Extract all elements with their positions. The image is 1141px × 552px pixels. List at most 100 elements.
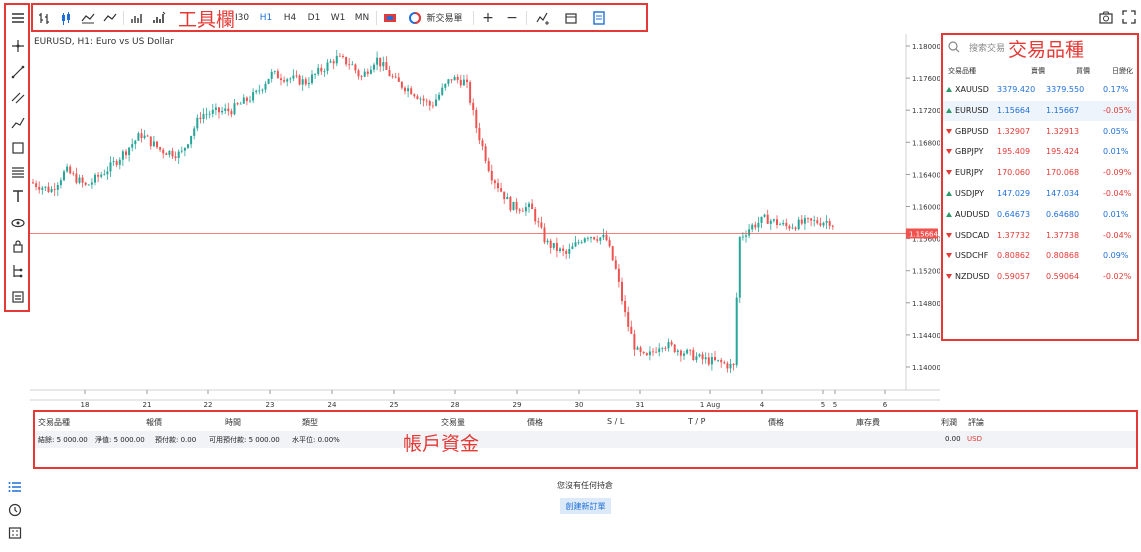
candle-body [422, 98, 425, 101]
candle-body [90, 182, 93, 185]
tick-volume-icon[interactable] [148, 7, 170, 29]
new-order-button[interactable]: 新交易單 [401, 7, 471, 29]
candle-body [391, 76, 394, 77]
menu-icon[interactable] [8, 8, 28, 28]
timeframe-w1[interactable]: W1 [326, 7, 350, 29]
candle-body [515, 201, 518, 210]
bid-price: 3379.420 [997, 85, 1036, 94]
symbol-row[interactable]: EURJPY 170.060 170.068 -0.09% [943, 163, 1137, 183]
bid-price: 0.64673 [997, 209, 1031, 219]
objects-tree-icon[interactable] [8, 261, 28, 281]
candle-body [828, 221, 831, 226]
col-price-open: 價格 [527, 418, 543, 427]
templates-icon[interactable] [585, 7, 613, 29]
candle-body [41, 187, 44, 190]
search-input[interactable]: 搜索交易 [969, 41, 1005, 54]
timeframe-h4[interactable]: H4 [278, 7, 302, 29]
crosshair-icon[interactable] [8, 36, 28, 56]
bar-chart-icon[interactable] [33, 7, 55, 29]
candle-body [211, 109, 214, 114]
candle-body [707, 357, 710, 365]
symbol-row[interactable]: USDCAD 1.37732 1.37738 -0.04% [943, 226, 1137, 246]
symbol-row[interactable]: EURUSD 1.15664 1.15667 -0.05% [943, 100, 1137, 121]
candle-body [118, 159, 121, 165]
save-icon[interactable] [8, 287, 28, 307]
fibonacci-icon[interactable] [8, 162, 28, 182]
candle-body [503, 191, 506, 200]
channel-icon[interactable] [8, 88, 28, 108]
zoom-in-icon[interactable]: + [476, 7, 500, 29]
candle-body [348, 64, 351, 66]
timeframe-d1[interactable]: D1 [302, 7, 326, 29]
col-profit: 利潤 [941, 418, 957, 427]
fullscreen-icon[interactable] [1122, 9, 1136, 24]
candle-body [428, 101, 431, 106]
screenshot-icon[interactable] [1099, 9, 1113, 24]
candle-body [583, 238, 586, 243]
candle-body [307, 83, 310, 85]
candle-body [605, 234, 608, 241]
create-order-button[interactable]: 創建新訂單 [560, 498, 611, 514]
candle-body [444, 83, 447, 88]
candle-body [586, 238, 589, 239]
candle-body [633, 333, 636, 350]
candle-body [317, 67, 320, 74]
eye-icon[interactable] [8, 213, 28, 233]
candle-body [658, 348, 661, 353]
col-volume: 交易量 [441, 418, 465, 427]
candle-body [81, 177, 84, 183]
rectangle-icon[interactable] [8, 138, 28, 158]
candle-body [63, 171, 65, 181]
candle-body [38, 186, 41, 190]
symbol-name: NZDUSD [955, 272, 990, 282]
polyline-icon[interactable] [8, 113, 28, 133]
symbol-row[interactable]: USDCHF 0.80862 0.80868 0.09% [943, 246, 1137, 266]
timeframe-h1[interactable]: H1 [254, 7, 278, 29]
price-chart[interactable]: 1.18000 1.17600 1.17200 1.16800 1.16400 1.160… [30, 34, 940, 410]
x-tick-label: 6 [883, 401, 888, 409]
text-tool-icon[interactable] [8, 186, 28, 206]
line-chart-icon[interactable] [99, 7, 121, 29]
candle-body [549, 240, 552, 248]
symbol-row[interactable]: AUDUSD 0.64673 0.64680 0.01% [943, 205, 1137, 225]
volume-icon[interactable] [126, 7, 148, 29]
candlestick-icon[interactable] [55, 7, 77, 29]
candle-body [810, 218, 813, 221]
candle-body [32, 182, 34, 184]
candle-body [295, 75, 298, 77]
trendline-icon[interactable] [8, 62, 28, 82]
symbol-row[interactable]: XAUUSD 3379.420 3379.550 0.17% [943, 80, 1137, 100]
one-click-trading-icon[interactable] [379, 7, 401, 29]
candle-body [84, 182, 87, 185]
indicators-icon[interactable] [529, 7, 557, 29]
symbol-row[interactable]: NZDUSD 0.59057 0.59064 -0.02% [943, 267, 1137, 287]
symbol-row[interactable]: GBPUSD 1.32907 1.32913 0.05% [943, 122, 1137, 142]
journal-icon[interactable] [8, 525, 22, 539]
list-icon[interactable] [8, 479, 22, 493]
ask-price: 1.32913 [1046, 126, 1080, 136]
candle-body [785, 222, 788, 227]
col-symbol: 交易品種 [38, 418, 70, 427]
candle-body [490, 170, 493, 181]
candle-body [754, 224, 757, 228]
lock-icon[interactable] [8, 236, 28, 256]
timeframe-mn[interactable]: MN [350, 7, 374, 29]
candle-body [115, 161, 118, 165]
symbol-row[interactable]: USDJPY 147.029 147.034 -0.04% [943, 184, 1137, 204]
area-chart-icon[interactable] [77, 7, 99, 29]
history-icon[interactable] [8, 502, 22, 517]
calendar-icon[interactable] [557, 7, 585, 29]
new-order-icon [409, 11, 422, 24]
symbol-name: USDCAD [955, 230, 990, 240]
x-tick-label: 4 [760, 401, 765, 409]
symbol-row[interactable]: GBPJPY 195.409 195.424 0.01% [943, 142, 1137, 162]
candle-body [779, 224, 782, 226]
candle-body [531, 203, 534, 210]
zoom-out-icon[interactable]: − [500, 7, 524, 29]
candle-body [710, 357, 713, 365]
daily-change: -0.09% [1103, 168, 1132, 178]
candle-body [230, 111, 233, 115]
candle-body [106, 171, 109, 175]
candle-body [338, 55, 341, 57]
candle-body [500, 188, 503, 192]
